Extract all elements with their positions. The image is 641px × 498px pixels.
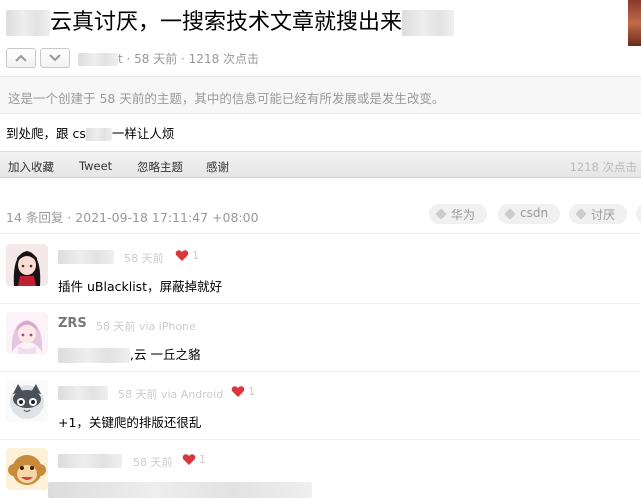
tag-csdn[interactable]: csdn	[498, 204, 561, 224]
heart-icon	[182, 454, 196, 465]
monkey-avatar-icon	[6, 448, 48, 490]
heart-icon	[175, 250, 189, 261]
avatar[interactable]	[6, 312, 48, 354]
redacted-username	[58, 386, 108, 400]
anime-girl-avatar-icon	[6, 244, 48, 286]
vote-group	[6, 48, 70, 68]
redacted-title-suffix	[402, 10, 455, 36]
author-avatar[interactable]	[628, 0, 641, 46]
like-badge: 1	[231, 385, 255, 398]
topic-meta: t · 58 天前 · 1218 次点击	[78, 50, 259, 67]
like-count: 1	[192, 249, 199, 262]
redacted-username	[58, 250, 114, 264]
like-badge: 1	[175, 249, 199, 262]
tweet-link[interactable]: Tweet	[79, 159, 112, 173]
reply-content: ,云 一丘之貉	[58, 344, 200, 363]
chevron-up-icon	[15, 54, 27, 62]
reply-time: 58 天前 via iPhone	[96, 320, 196, 333]
avatar[interactable]	[6, 448, 48, 490]
heart-icon	[231, 386, 245, 397]
favorite-link[interactable]: 加入收藏	[8, 159, 54, 175]
reply-content: +1，关键爬的排版还很乱	[58, 415, 202, 430]
redacted-reply-content	[48, 482, 312, 498]
topic-content: 到处爬，跟 cs 一样让人烦	[6, 126, 175, 141]
redacted-word	[85, 128, 112, 141]
redacted-word	[58, 348, 130, 363]
thanks-link[interactable]: 感谢	[206, 159, 229, 175]
reply-time: 58 天前 via Android	[118, 388, 224, 401]
chevron-down-icon	[49, 54, 61, 62]
topic-title: 云真讨厌，一搜索技术文章就搜出来	[6, 6, 455, 40]
redacted-author	[78, 53, 118, 66]
like-count: 1	[199, 453, 206, 466]
redacted-title-prefix	[6, 10, 50, 36]
replies-header: 14 条回复 · 2021-09-18 17:11:47 +08:00 华为 c…	[0, 196, 641, 234]
downvote-button[interactable]	[40, 48, 70, 68]
topic-actions-bar: 加入收藏 Tweet 忽略主题 感谢 1218 次点击	[0, 151, 641, 178]
reply-username[interactable]: ZRS	[58, 316, 87, 331]
cat-avatar-icon	[6, 380, 48, 422]
outdated-notice: 这是一个创建于 58 天前的主题，其中的信息可能已经有所发展或是发生改变。	[0, 76, 641, 114]
reply-item: 58 天前 via Android 1 +1，关键爬的排版还很乱	[0, 372, 641, 440]
reply-item: ZRS 58 天前 via iPhone ,云 一丘之貉	[0, 304, 641, 372]
ignore-topic-link[interactable]: 忽略主题	[137, 159, 183, 175]
like-count: 1	[248, 385, 255, 398]
topic-header: 云真讨厌，一搜索技术文章就搜出来 t · 58 天前 · 1218 次点击	[0, 0, 641, 70]
pink-anime-avatar-icon	[6, 312, 48, 354]
avatar[interactable]	[6, 244, 48, 286]
avatar[interactable]	[6, 380, 48, 422]
tag-more[interactable]	[636, 204, 641, 224]
reply-time: 58 天前	[124, 252, 164, 265]
reply-item: 58 天前 1 插件 uBlacklist，屏蔽掉就好	[0, 236, 641, 304]
upvote-button[interactable]	[6, 48, 36, 68]
tag-hate[interactable]: 讨厌	[569, 204, 628, 224]
reply-time: 58 天前	[133, 456, 173, 469]
tag-huawei[interactable]: 华为	[429, 204, 488, 224]
redacted-username	[58, 454, 122, 468]
like-badge: 1	[182, 453, 206, 466]
reply-content: 插件 uBlacklist，屏蔽掉就好	[58, 279, 223, 294]
reply-summary: 14 条回复 · 2021-09-18 17:11:47 +08:00	[6, 210, 259, 225]
click-count: 1218 次点击	[569, 160, 637, 174]
